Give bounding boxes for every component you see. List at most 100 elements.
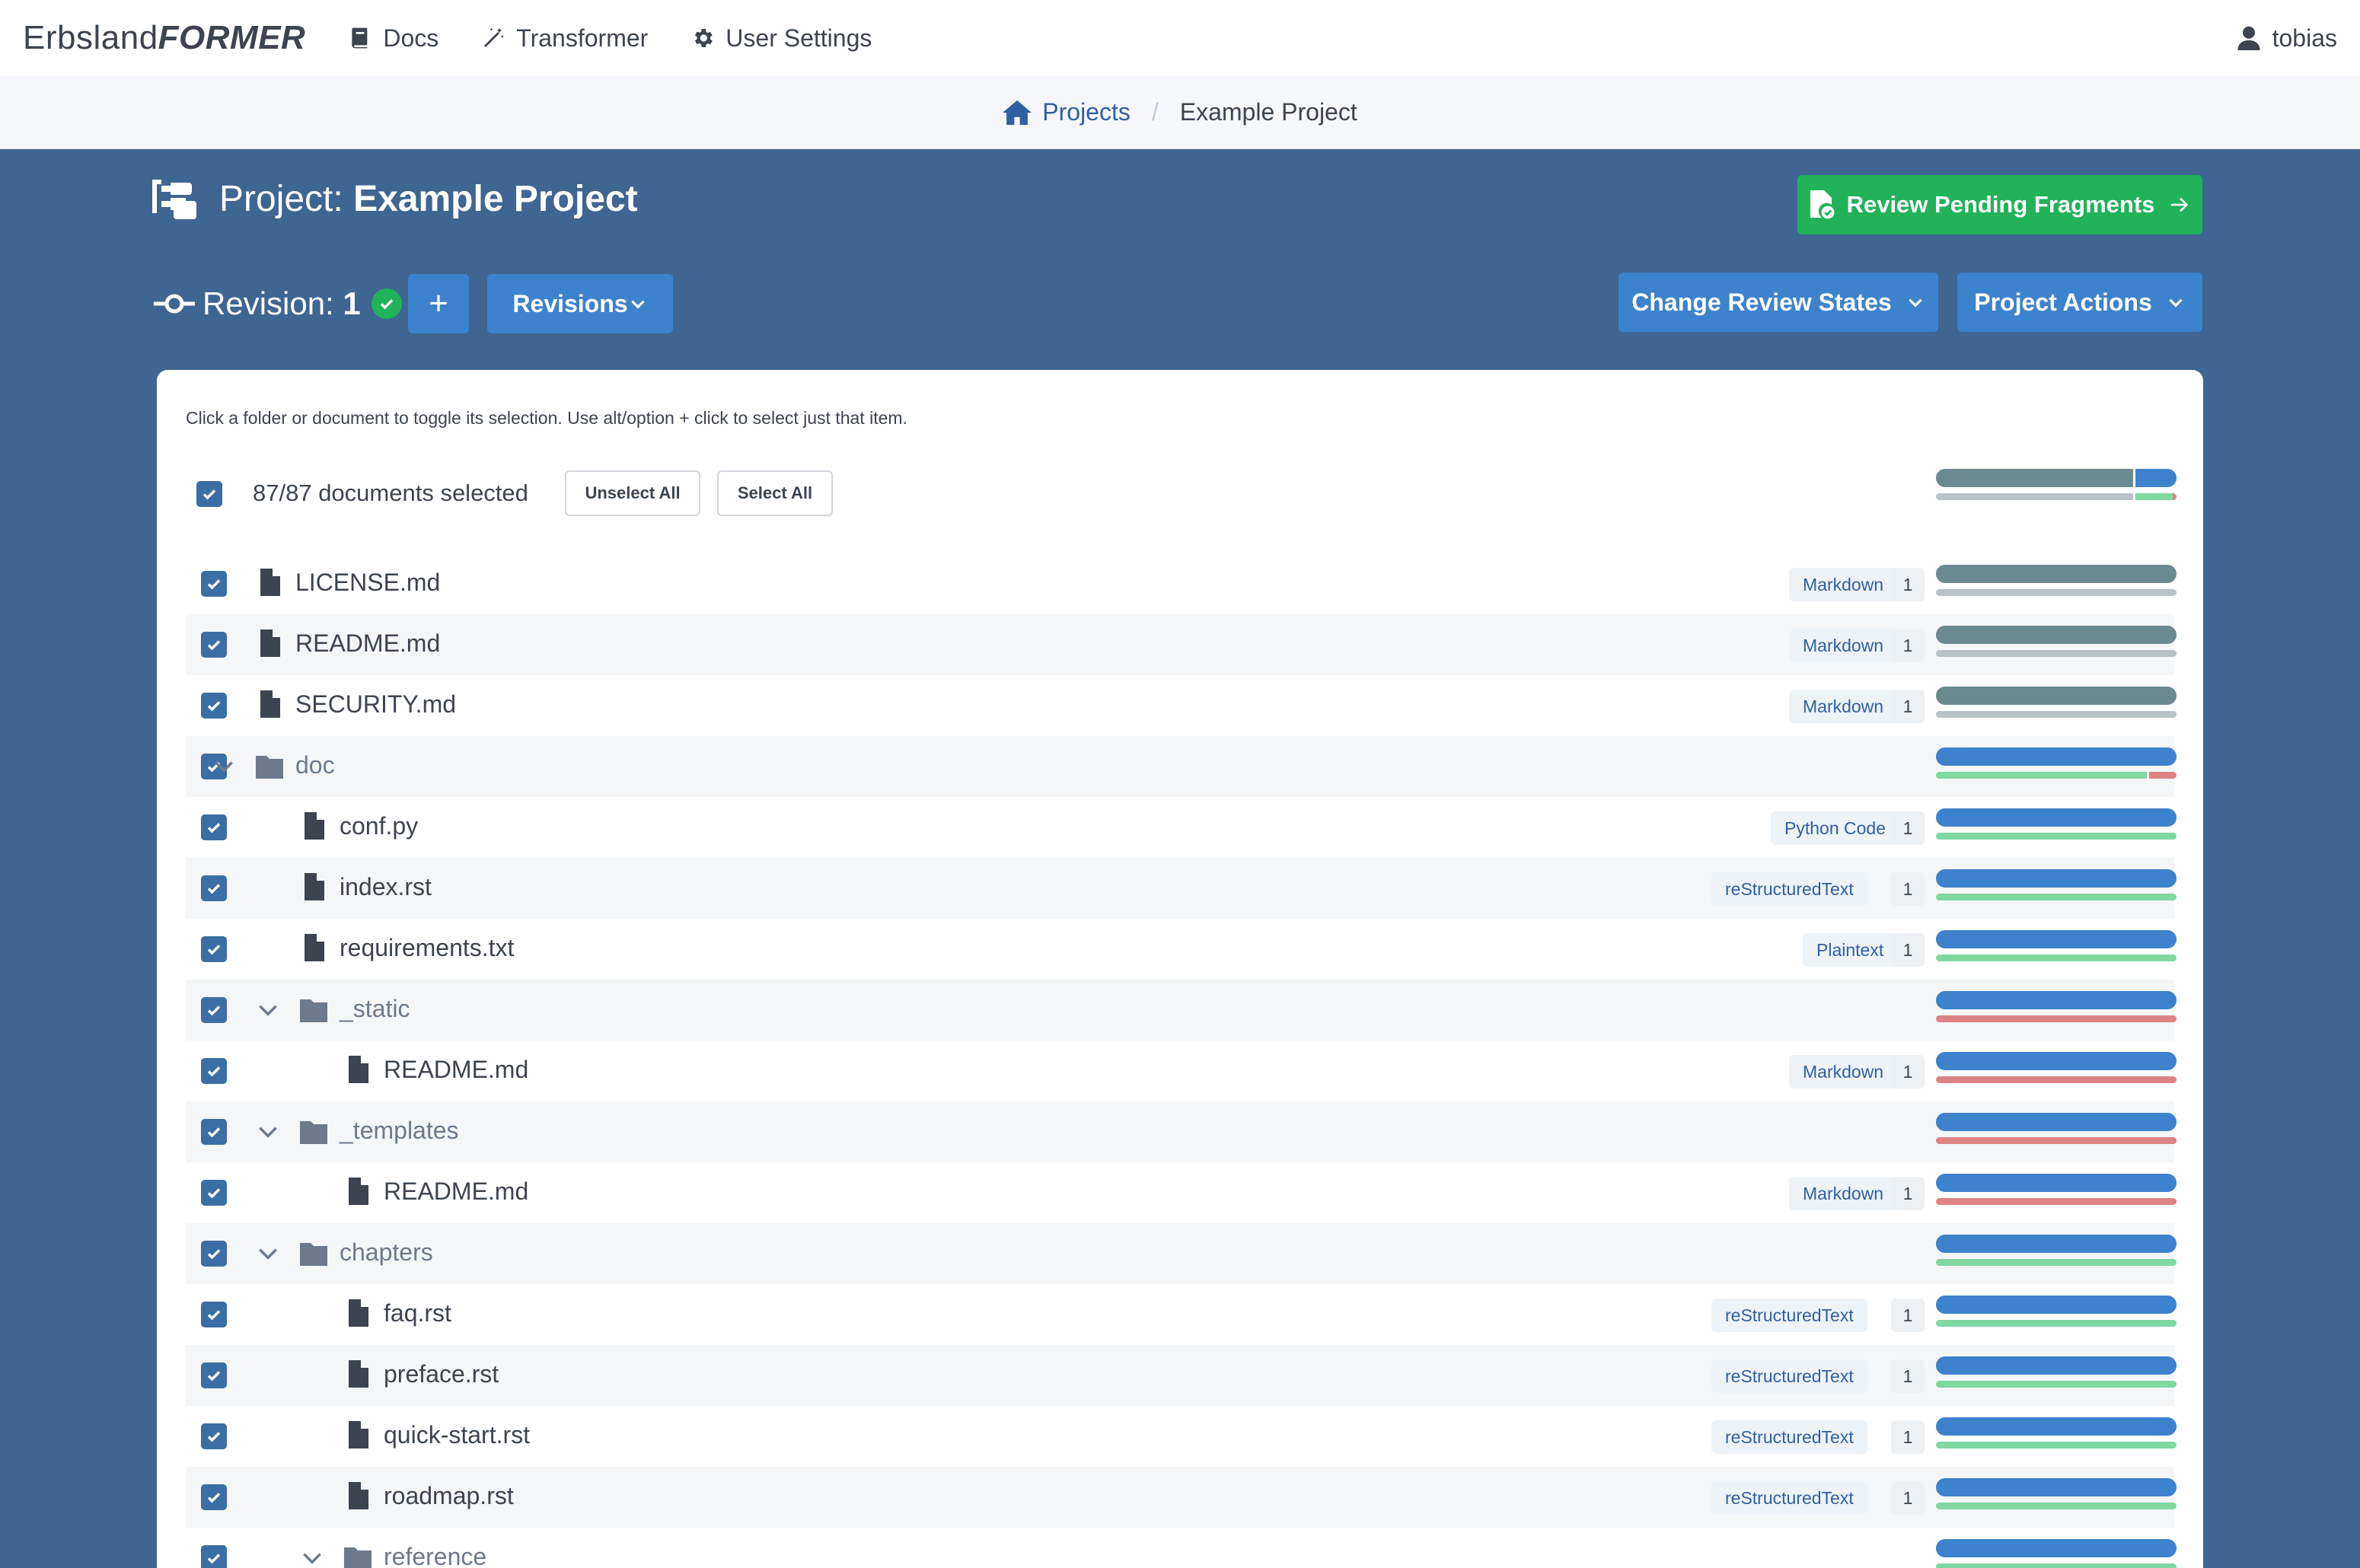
row-checkbox[interactable] [201, 1241, 227, 1267]
file-check-icon [1810, 190, 1834, 219]
tree-file-row[interactable]: faq.rst reStructuredText 1 [186, 1284, 2177, 1345]
add-revision-button[interactable]: + [408, 274, 469, 333]
change-review-states-dropdown[interactable]: Change Review States [1619, 272, 1938, 332]
file-type-badge: Markdown [1789, 690, 1898, 723]
tree-file-row[interactable]: SECURITY.md Markdown 1 [186, 675, 2177, 736]
tree-file-row[interactable]: index.rst reStructuredText 1 [186, 858, 2177, 919]
username: tobias [2272, 24, 2337, 52]
folder-name: _templates [340, 1117, 459, 1144]
tree-folder-row[interactable]: chapters [186, 1223, 2177, 1284]
row-checkbox[interactable] [201, 1302, 227, 1327]
file-name: quick-start.rst [384, 1421, 531, 1448]
file-name: requirements.txt [340, 934, 515, 961]
processing-status-bar [1936, 991, 2177, 1009]
breadcrumb-projects[interactable]: Projects [1003, 98, 1131, 126]
tree-file-row[interactable]: quick-start.rst reStructuredText 1 [186, 1406, 2177, 1467]
tree-file-row[interactable]: README.md Markdown 1 [186, 614, 2177, 675]
file-name: README.md [295, 629, 441, 657]
file-type-badge: reStructuredText [1711, 1481, 1867, 1515]
file-name: index.rst [340, 873, 432, 900]
tree-folder-row[interactable]: reference [186, 1528, 2177, 1568]
select-all-button[interactable]: Select All [717, 470, 833, 516]
review-status-bar [1936, 1259, 2177, 1266]
nav-docs[interactable]: Docs [348, 24, 439, 53]
row-checkbox[interactable] [201, 814, 227, 840]
file-type-badge: Markdown [1789, 629, 1898, 662]
review-status-bar [1936, 772, 2177, 779]
status-segment [1936, 1174, 2177, 1192]
row-checkbox[interactable] [201, 571, 227, 597]
project-actions-dropdown[interactable]: Project Actions [1957, 272, 2202, 332]
tree-file-row[interactable]: requirements.txt Plaintext 1 [186, 919, 2177, 980]
row-checkbox[interactable] [201, 1545, 227, 1568]
status-segment [1936, 1052, 2177, 1070]
row-checkbox[interactable] [201, 997, 227, 1023]
home-icon [1003, 100, 1032, 125]
review-status-bar [1936, 955, 2177, 961]
unselect-all-button[interactable]: Unselect All [565, 470, 700, 516]
status-segment [1936, 1235, 2177, 1253]
revision-number: 1 [343, 285, 361, 321]
processing-status-bar [1936, 1235, 2177, 1253]
tree-file-row[interactable]: preface.rst reStructuredText 1 [186, 1345, 2177, 1406]
row-checkbox[interactable] [201, 1423, 227, 1449]
tree-folder-row[interactable]: _templates [186, 1101, 2177, 1162]
review-status-bar [1936, 1503, 2177, 1509]
tree-file-row[interactable]: README.md Markdown 1 [186, 1041, 2177, 1101]
tree-file-row[interactable]: roadmap.rst reStructuredText 1 [186, 1467, 2177, 1528]
file-type-badge: Python Code [1771, 811, 1899, 845]
row-checkbox[interactable] [201, 875, 227, 901]
select-all-checkbox[interactable] [196, 481, 222, 507]
status-segment [1936, 711, 2177, 718]
row-checkbox[interactable] [201, 693, 227, 719]
row-checkbox[interactable] [201, 1180, 227, 1206]
tree-folder-row[interactable]: doc [186, 736, 2177, 797]
review-pending-fragments-button[interactable]: Review Pending Fragments [1797, 175, 2202, 234]
tree-folder-row[interactable]: _static [186, 980, 2177, 1041]
nav-user-settings[interactable]: User Settings [690, 24, 872, 53]
file-type-badge: Markdown [1789, 568, 1898, 601]
chevron-down-icon[interactable] [256, 998, 280, 1022]
selection-hint: Click a folder or document to toggle its… [186, 408, 907, 428]
status-segment [1936, 1478, 2177, 1496]
chevron-down-icon[interactable] [256, 1120, 280, 1144]
chevron-down-icon[interactable] [300, 1546, 324, 1568]
status-segment [1936, 687, 2177, 705]
row-checkbox[interactable] [201, 1362, 227, 1388]
brand-logo[interactable]: ErbslandFORMER [23, 19, 305, 57]
chevron-down-icon[interactable] [212, 754, 236, 779]
status-segment-processed [2135, 469, 2177, 487]
row-checkbox[interactable] [201, 1484, 227, 1510]
status-segment [1936, 991, 2177, 1009]
review-status-bar [1936, 1381, 2177, 1388]
status-segment [1936, 894, 2177, 900]
file-icon [349, 1482, 368, 1513]
tree-file-row[interactable]: conf.py Python Code 1 [186, 797, 2177, 858]
revisions-label: Revisions [512, 289, 628, 317]
chevron-down-icon[interactable] [256, 1241, 280, 1266]
brand-bold-text: FORMER [158, 19, 306, 56]
status-segment [1936, 589, 2177, 596]
revisions-dropdown[interactable]: Revisions [487, 274, 673, 333]
row-checkbox[interactable] [201, 1119, 227, 1145]
row-checkbox[interactable] [201, 936, 227, 962]
file-name: faq.rst [384, 1299, 451, 1327]
row-checkbox[interactable] [201, 1058, 227, 1084]
status-segment [1936, 1320, 2177, 1327]
row-checkbox[interactable] [201, 632, 227, 658]
status-segment [1936, 565, 2177, 583]
processing-status-bar [1936, 1539, 2177, 1557]
file-type-badge: Plaintext [1803, 933, 1898, 967]
tree-file-row[interactable]: README.md Markdown 1 [186, 1162, 2177, 1223]
document-tree: LICENSE.md Markdown 1 README.md Markdown 1 SEC… [186, 553, 2177, 1568]
file-icon [260, 690, 280, 722]
status-segment [2148, 772, 2177, 779]
nav-transformer[interactable]: Transformer [481, 24, 648, 53]
tree-file-row[interactable]: LICENSE.md Markdown 1 [186, 553, 2177, 614]
file-name: LICENSE.md [295, 569, 441, 596]
user-menu[interactable]: tobias [2237, 0, 2337, 76]
page-title: Project: Example Project [152, 178, 638, 220]
fragment-count-badge: 1 [1891, 629, 1925, 662]
folder-name: chapters [340, 1238, 433, 1266]
review-status-bar [1936, 1320, 2177, 1327]
